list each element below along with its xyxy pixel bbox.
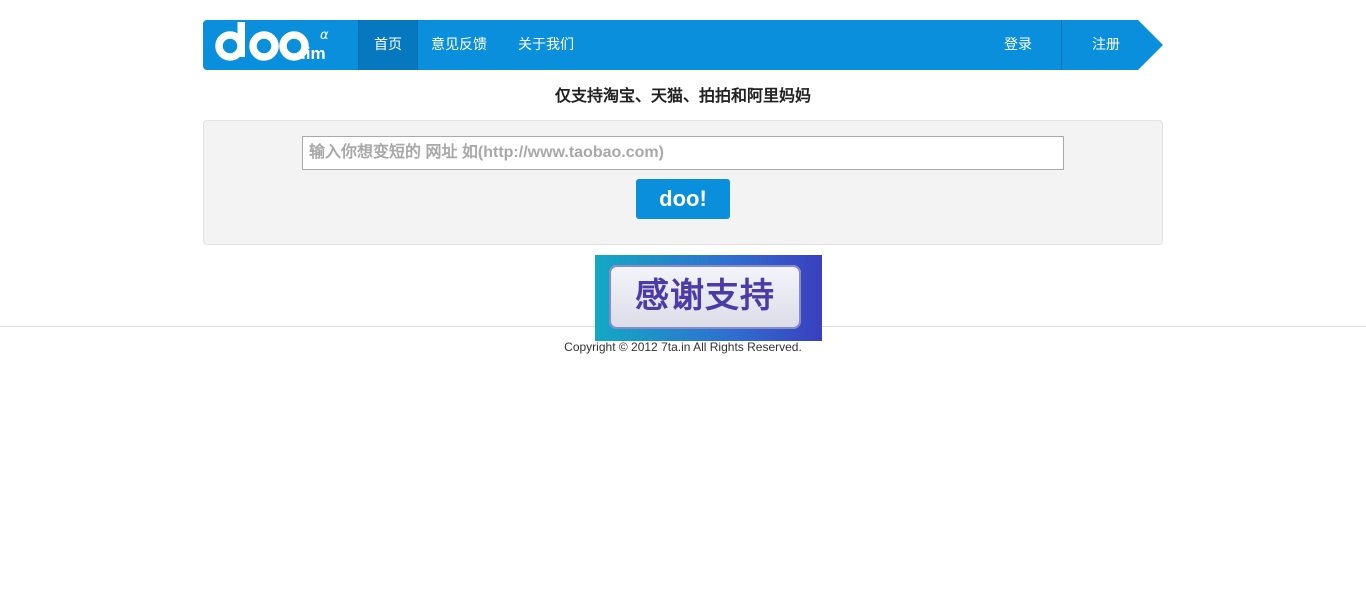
nav-about-link[interactable]: 关于我们 [516,20,576,70]
supported-platforms-note: 仅支持淘宝、天猫、拍拍和阿里妈妈 [554,86,811,105]
url-input[interactable] [302,136,1064,170]
shorten-form-panel: doo! [203,120,1163,245]
nav-home-link[interactable]: 首页 [358,20,418,70]
nav-register-link[interactable]: 注册 [1085,20,1127,70]
support-banner-label: 感谢支持 [609,265,801,329]
logo-suffix: .im [301,44,326,63]
top-navbar: .im α 首页 意见反馈 关于我们 登录 注册 [203,20,1138,70]
nav-feedback-link[interactable]: 意见反馈 [429,20,489,70]
doo-submit-button[interactable]: doo! [636,179,730,219]
nav-arrow-tip [1138,20,1163,70]
support-banner[interactable]: 感谢支持 [595,255,822,341]
nav-divider [1061,20,1062,70]
nav-login-link[interactable]: 登录 [997,20,1039,70]
copyright-text: Copyright © 2012 7ta.in All Rights Reser… [564,340,802,354]
doo-logo[interactable]: .im α [211,20,351,70]
logo-alpha: α [320,28,329,43]
